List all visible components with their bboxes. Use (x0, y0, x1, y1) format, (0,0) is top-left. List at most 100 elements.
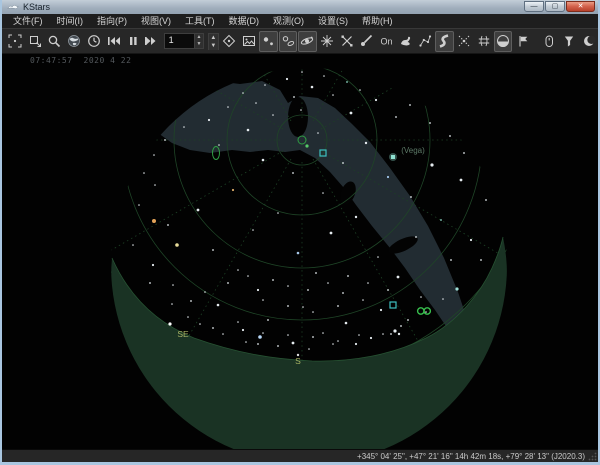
star (327, 282, 329, 284)
night-vision-button[interactable] (579, 31, 598, 52)
time-step-input[interactable]: 1▲▼ (164, 33, 204, 49)
minimize-button[interactable]: — (524, 1, 544, 12)
close-button[interactable]: ✕ (566, 1, 595, 12)
star (342, 162, 344, 164)
star (317, 132, 319, 134)
toggle-equatorial-grid-button[interactable] (455, 31, 474, 52)
star (167, 224, 169, 226)
menu-help[interactable]: 帮助(H) (355, 14, 400, 28)
object-marker-square[interactable] (390, 302, 396, 308)
toggle-satellites-button[interactable] (337, 31, 356, 52)
sky-canvas[interactable]: (Vega)SES (2, 54, 598, 449)
kstars-window: KStars — ▢ ✕ 文件(F) 时间(I) 指向(P) 视图(V) 工具(… (0, 0, 600, 465)
find-object-icon (47, 34, 61, 48)
toggle-deep-sky-icon (281, 34, 295, 48)
spin-down-icon[interactable]: ▼ (195, 41, 203, 48)
star (301, 71, 303, 73)
star (287, 285, 289, 287)
menu-pointing[interactable]: 指向(P) (90, 14, 134, 28)
toggle-milky-way-button[interactable] (435, 31, 454, 52)
star (277, 345, 279, 347)
time-step-unit-stepper[interactable]: ▲▼ (208, 33, 219, 50)
star (407, 319, 409, 321)
object-marker-double[interactable] (418, 308, 424, 314)
sky-map[interactable]: (Vega)SES 07:47:572020 4 22 (2, 54, 598, 449)
geolocation-button[interactable] (65, 31, 84, 52)
time-step-back-button[interactable] (104, 31, 123, 52)
star (442, 298, 444, 300)
menu-settings[interactable]: 设置(S) (311, 14, 355, 28)
export-image-icon (242, 34, 256, 48)
toggle-stars-button[interactable] (259, 31, 278, 52)
star (367, 282, 369, 284)
resize-grip[interactable] (588, 452, 597, 461)
menu-data[interactable]: 数据(D) (222, 14, 267, 28)
star (262, 159, 265, 162)
time-step-forward-icon (145, 34, 159, 48)
focus-object-button[interactable] (220, 31, 239, 52)
toggle-horizontal-grid-button[interactable] (474, 31, 493, 52)
star (262, 332, 264, 334)
menu-file[interactable]: 文件(F) (6, 14, 50, 28)
grid-radial-line (321, 54, 514, 129)
toggle-supernovae-button[interactable] (318, 31, 337, 52)
maximize-button[interactable]: ▢ (545, 1, 565, 12)
menu-view[interactable]: 视图(V) (134, 14, 178, 28)
menu-tools[interactable]: 工具(T) (178, 14, 222, 28)
star (292, 172, 294, 174)
star (204, 291, 206, 293)
star (410, 196, 412, 198)
star (450, 259, 452, 261)
star (208, 119, 210, 121)
toggle-deep-sky-button[interactable] (279, 31, 298, 52)
spin-up-icon[interactable]: ▲ (195, 34, 203, 41)
toggle-solar-system-button[interactable] (298, 31, 317, 52)
star (272, 279, 274, 281)
zoom-fit-button[interactable] (6, 31, 25, 52)
title-bar[interactable]: KStars — ▢ ✕ (2, 0, 598, 14)
toggle-ground-button[interactable] (494, 31, 513, 52)
unit-down-icon[interactable]: ▼ (209, 42, 218, 50)
object-marker-square[interactable] (115, 164, 122, 171)
star (347, 275, 349, 277)
toggle-constellation-lines-icon (418, 34, 432, 48)
star (365, 142, 367, 144)
toggle-constellation-art-button[interactable] (396, 31, 415, 52)
menu-observation[interactable]: 观测(O) (266, 14, 311, 28)
star (149, 282, 151, 284)
star (247, 275, 249, 277)
star (267, 319, 269, 321)
focus-object-icon (222, 34, 236, 48)
time-to-now-icon (87, 34, 101, 48)
menu-bar: 文件(F) 时间(I) 指向(P) 视图(V) 工具(T) 数据(D) 观测(O… (2, 14, 598, 28)
star (172, 284, 174, 286)
star (485, 199, 487, 201)
toggle-comets-button[interactable] (357, 31, 376, 52)
observation-planner-icon (562, 34, 576, 48)
export-image-button[interactable] (239, 31, 258, 52)
zoom-select-button[interactable] (26, 31, 45, 52)
toggle-constellation-lines-button[interactable] (416, 31, 435, 52)
time-to-now-button[interactable] (84, 31, 103, 52)
time-step-forward-button[interactable] (143, 31, 162, 52)
star (400, 325, 402, 327)
menu-time[interactable]: 时间(I) (50, 14, 91, 28)
find-object-button[interactable] (45, 31, 64, 52)
star (237, 269, 239, 271)
object-marker-double[interactable] (424, 308, 430, 314)
whats-interesting-icon (542, 34, 556, 48)
star (430, 163, 433, 166)
whats-interesting-button[interactable] (540, 31, 559, 52)
star (312, 311, 314, 313)
time-pause-button[interactable] (123, 31, 142, 52)
observation-planner-button[interactable] (560, 31, 579, 52)
toggle-flags-button[interactable] (513, 31, 532, 52)
toggle-constellation-names-button[interactable]: On (376, 31, 395, 52)
unit-up-icon[interactable]: ▲ (209, 34, 218, 42)
clock-time: 07:47:57 (30, 56, 73, 65)
star (262, 299, 264, 301)
time-step-spin-buttons[interactable]: ▲▼ (194, 34, 203, 48)
night-vision-icon (582, 34, 596, 48)
star (463, 152, 465, 154)
star (380, 309, 382, 311)
